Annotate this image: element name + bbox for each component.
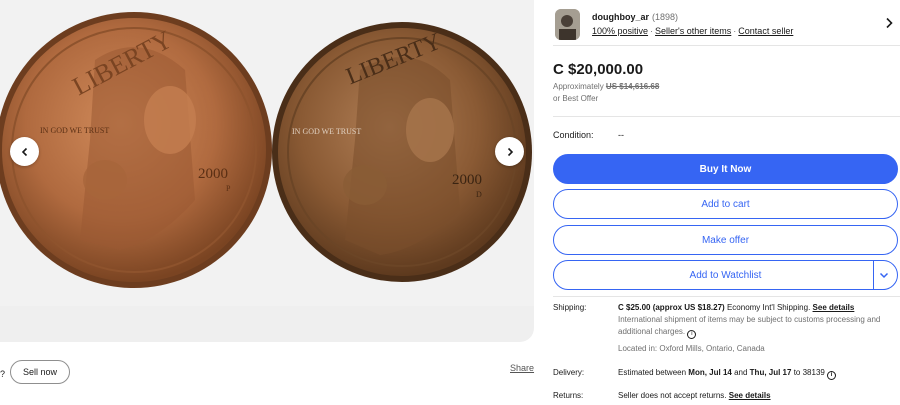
coin-left-mint: P	[226, 184, 231, 193]
contact-seller-link[interactable]: Contact seller	[738, 26, 793, 36]
coin-right-motto: IN GOD WE TRUST	[292, 127, 361, 136]
seller-name[interactable]: doughboy_ar	[592, 12, 649, 22]
question-fragment: ?	[0, 369, 6, 379]
approx-value: US $14,616.68	[605, 82, 660, 91]
share-link[interactable]: Share	[510, 363, 534, 373]
chevron-down-icon[interactable]	[879, 270, 889, 280]
delivery-prefix: Estimated between	[618, 368, 687, 377]
coin-right-mint: D	[476, 190, 482, 199]
sell-now-button[interactable]: Sell now	[10, 360, 70, 384]
separator: ·	[733, 26, 737, 36]
approx-price: Approximately US $14,616.68	[553, 82, 659, 91]
condition-label: Condition:	[553, 130, 594, 140]
next-image-button[interactable]	[495, 137, 524, 166]
gallery-footer: ? Sell now Share	[0, 358, 540, 405]
seller-card[interactable]: doughboy_ar (1898) 100% positive · Seller's…	[553, 0, 900, 46]
condition-value: --	[618, 130, 624, 140]
chevron-right-icon	[507, 147, 513, 156]
seller-links: 100% positive · Seller's other items · Conta…	[592, 26, 793, 36]
make-offer-button[interactable]: Make offer	[553, 225, 898, 255]
delivery-label: Delivery:	[553, 368, 585, 377]
shipping-see-details-link[interactable]: See details	[813, 303, 855, 312]
chevron-right-icon[interactable]	[884, 17, 894, 29]
delivery-end: Thu, Jul 17	[749, 368, 792, 377]
coin-right-year: 2000	[452, 172, 482, 188]
seller-feedback-count: (1898)	[652, 12, 679, 22]
info-icon[interactable]: i	[827, 371, 837, 380]
divider	[553, 116, 900, 117]
shipping-details: C $25.00 (approx US $18.27) Economy Int'…	[618, 302, 898, 355]
delivery-start: Mon, Jul 14	[688, 368, 732, 377]
returns-label: Returns:	[553, 391, 584, 400]
shipping-note-text: International shipment of items may be s…	[618, 315, 881, 336]
coin-left-motto: IN GOD WE TRUST	[40, 126, 109, 135]
best-offer-note: or Best Offer	[553, 94, 599, 103]
returns-details: Seller does not accept returns. See deta…	[618, 390, 898, 402]
shipping-cost-line: C $25.00 (approx US $18.27) Economy Int'…	[618, 302, 898, 314]
previous-image-button[interactable]	[10, 137, 39, 166]
shipping-cost: C $25.00 (approx US $18.27)	[618, 303, 725, 312]
seller-name-line: doughboy_ar (1898)	[592, 12, 678, 22]
separator: ·	[650, 26, 654, 36]
coin-left: LIBERTY IN GOD WE TRUST 2000 P	[0, 12, 272, 288]
add-to-cart-button[interactable]: Add to cart	[553, 189, 898, 219]
buy-it-now-button[interactable]: Buy It Now	[553, 154, 898, 184]
returns-see-details-link[interactable]: See details	[729, 391, 771, 400]
item-details-panel: doughboy_ar (1898) 100% positive · Seller's…	[553, 0, 900, 405]
delivery-and: and	[734, 368, 748, 377]
item-location: Located in: Oxford Mills, Ontario, Canad…	[618, 344, 765, 353]
divider	[553, 296, 900, 297]
add-to-watchlist-button[interactable]: Add to Watchlist	[553, 260, 898, 290]
coin-right: LIBERTY IN GOD WE TRUST 2000 D	[272, 22, 532, 282]
shipping-service: Economy Int'l Shipping.	[726, 303, 811, 312]
delivery-details: Estimated between Mon, Jul 14 and Thu, J…	[618, 367, 898, 380]
info-icon[interactable]: i	[687, 330, 697, 339]
item-photo[interactable]: LIBERTY IN GOD WE TRUST 2000 P LIBERTY I…	[0, 0, 534, 306]
coin-left-year: 2000	[198, 166, 228, 182]
approx-prefix: Approximately	[553, 82, 604, 91]
coins-image: LIBERTY IN GOD WE TRUST 2000 P LIBERTY I…	[0, 0, 534, 306]
returns-text: Seller does not accept returns.	[618, 391, 727, 400]
shipping-note: International shipment of items may be s…	[618, 314, 898, 339]
image-gallery: LIBERTY IN GOD WE TRUST 2000 P LIBERTY I…	[0, 0, 534, 342]
add-to-watchlist-label: Add to Watchlist	[689, 269, 762, 281]
seller-positive-link[interactable]: 100% positive	[592, 26, 648, 36]
shipping-label: Shipping:	[553, 303, 587, 312]
chevron-left-icon	[21, 147, 27, 156]
divider	[873, 261, 874, 289]
seller-avatar	[555, 9, 580, 40]
seller-other-items-link[interactable]: Seller's other items	[655, 26, 731, 36]
item-price: C $20,000.00	[553, 61, 644, 78]
delivery-suffix: to 38139	[793, 368, 825, 377]
